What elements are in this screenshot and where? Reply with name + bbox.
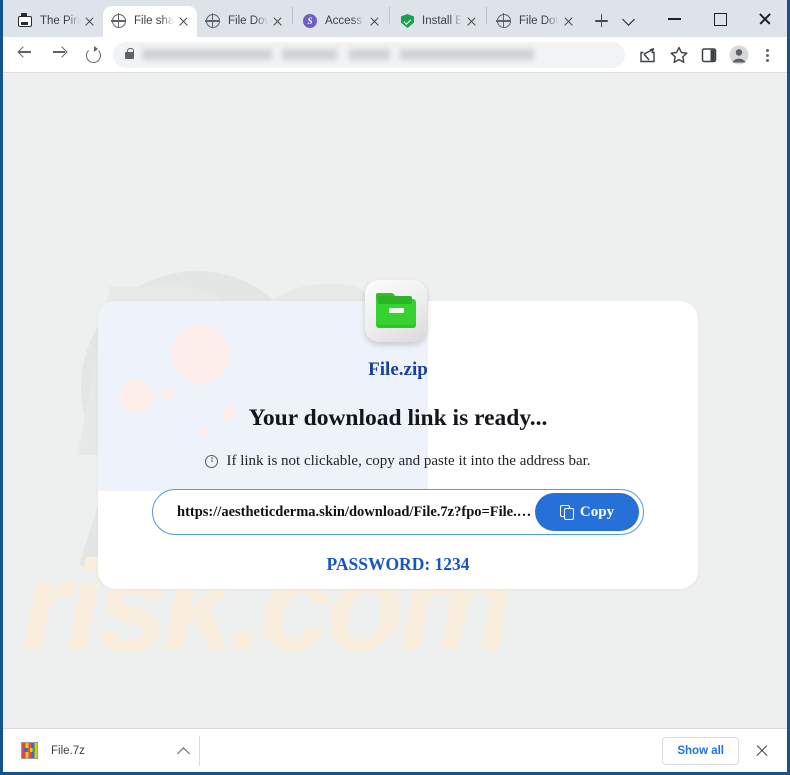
maximize-icon[interactable] [697, 0, 742, 37]
address-bar[interactable] [113, 41, 625, 68]
copy-button[interactable]: Copy [535, 493, 639, 531]
download-card: File.zip Your download link is ready... … [98, 301, 698, 589]
tab-separator [292, 6, 293, 24]
globe-icon [205, 13, 221, 29]
tab-file-sharing[interactable]: File sharin [103, 6, 197, 37]
download-shelf: File.7z Show all [3, 728, 787, 772]
info-icon [205, 454, 219, 468]
file-name-label: File.zip [368, 359, 428, 380]
hint-text: If link is not clickable, copy and paste… [226, 453, 591, 469]
show-all-button[interactable]: Show all [662, 736, 739, 765]
share-icon[interactable] [635, 41, 663, 69]
download-link-field[interactable]: https://aestheticderma.skin/download/Fil… [152, 489, 644, 535]
page-viewport: PC risk.com File.zip Your download link … [3, 73, 787, 728]
copy-icon [559, 505, 574, 520]
purple-circle-icon: S [303, 14, 318, 29]
back-button[interactable] [11, 41, 39, 69]
tab-label: File Down [228, 15, 268, 27]
tab-separator [486, 6, 487, 24]
tab-access-point[interactable]: S Access po [294, 6, 388, 37]
tab-close-icon[interactable] [464, 14, 479, 29]
tab-close-icon[interactable] [82, 14, 97, 29]
tab-close-icon[interactable] [176, 14, 191, 29]
close-icon[interactable] [742, 0, 787, 37]
tab-label: File sharin [134, 15, 174, 27]
tab-the-pirate[interactable]: The Pirate [9, 6, 103, 37]
password-text: PASSWORD: 1234 [326, 554, 470, 574]
tab-close-icon[interactable] [270, 14, 285, 29]
printer-icon [18, 13, 33, 29]
download-link-url: https://aestheticderma.skin/download/Fil… [177, 503, 535, 520]
reload-button[interactable] [79, 41, 107, 69]
hint-row: If link is not clickable, copy and paste… [205, 453, 591, 470]
bookmark-star-icon[interactable] [665, 41, 693, 69]
download-filename: File.7z [51, 744, 85, 757]
headline-text: Your download link is ready... [248, 405, 548, 431]
browser-menu-icon[interactable] [755, 41, 779, 69]
browser-toolbar [3, 37, 787, 73]
side-panel-icon[interactable] [695, 41, 723, 69]
close-icon[interactable] [747, 736, 777, 766]
tab-separator [389, 6, 390, 24]
tab-close-icon[interactable] [367, 14, 382, 29]
profile-avatar-icon[interactable] [725, 41, 753, 69]
download-item[interactable]: File.7z [13, 735, 195, 767]
green-shield-icon [400, 14, 415, 29]
tab-install-extension[interactable]: Install Ext [391, 6, 485, 37]
shelf-separator [199, 735, 200, 766]
tab-strip: The Pirate File sharin File Down S Acces… [3, 0, 787, 37]
green-zip-folder-icon [365, 280, 427, 342]
browser-window: The Pirate File sharin File Down S Acces… [0, 0, 790, 775]
tab-label: File Down [519, 15, 559, 27]
globe-icon [111, 13, 127, 29]
7z-archive-icon [21, 742, 38, 759]
card-background-decoration [98, 301, 698, 589]
url-text-blurred [142, 49, 613, 60]
globe-icon [496, 13, 512, 29]
tab-file-download-1[interactable]: File Down [197, 6, 291, 37]
tab-label: Install Ext [422, 15, 462, 27]
copy-button-label: Copy [579, 503, 615, 520]
window-controls [607, 0, 787, 37]
minimize-icon[interactable] [652, 0, 697, 37]
tab-label: Access po [325, 15, 365, 27]
forward-button[interactable] [45, 41, 73, 69]
tab-search-icon[interactable] [607, 0, 652, 37]
tab-close-icon[interactable] [561, 14, 576, 29]
tab-file-download-2[interactable]: File Down [488, 6, 582, 37]
caret-up-icon[interactable] [173, 740, 195, 762]
tab-label: The Pirate [40, 15, 80, 27]
lock-icon [125, 48, 135, 59]
